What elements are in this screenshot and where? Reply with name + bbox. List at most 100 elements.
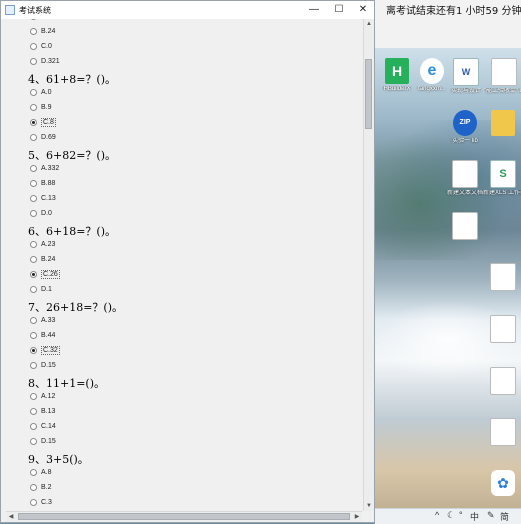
- answer-option[interactable]: C.14: [30, 423, 56, 435]
- radio-button[interactable]: [30, 256, 37, 263]
- option-label: C.0: [41, 43, 52, 50]
- vertical-scrollbar[interactable]: ▲ ▼: [363, 19, 374, 511]
- radio-button[interactable]: [30, 469, 37, 476]
- radio-button[interactable]: [30, 423, 37, 430]
- answer-option[interactable]: D.15: [30, 362, 56, 374]
- radio-button[interactable]: [30, 499, 37, 506]
- answer-option[interactable]: C.8: [30, 118, 56, 131]
- option-label: B.2: [41, 484, 52, 491]
- option-label: B.24: [41, 256, 56, 263]
- tray-pinyin-icon[interactable]: 简: [500, 510, 509, 523]
- app-icon: ✿: [491, 470, 515, 496]
- answer-option[interactable]: A.0: [30, 89, 52, 101]
- tray-pen-icon[interactable]: ✎: [487, 510, 495, 521]
- answer-option[interactable]: A.23: [30, 241, 55, 253]
- desktop-icon-xls[interactable]: S 新建XLS 工作表: [483, 160, 521, 197]
- desktop-icon-blank2[interactable]: [483, 263, 521, 293]
- scroll-down-arrow-icon[interactable]: ▼: [364, 501, 374, 511]
- desktop-icon-caption: 实现与设计: [450, 88, 481, 94]
- answer-option[interactable]: D.321: [30, 58, 60, 70]
- desktop-icon-word-doc[interactable]: W 实现与设计: [446, 58, 486, 95]
- answer-option[interactable]: C.32: [30, 346, 60, 359]
- answer-option[interactable]: D.1: [30, 286, 52, 298]
- answer-option[interactable]: C.13: [30, 195, 56, 207]
- answer-option[interactable]: B.24: [30, 256, 55, 268]
- tray-moon-icon[interactable]: ☾: [447, 510, 455, 521]
- horizontal-scrollbar[interactable]: ◀ ▶: [6, 511, 362, 522]
- option-label: C.26: [41, 270, 60, 279]
- input-language-indicator[interactable]: 中: [470, 510, 479, 523]
- desktop-icon-blank1[interactable]: [445, 212, 485, 242]
- radio-button[interactable]: [30, 210, 37, 217]
- option-label: C.14: [41, 423, 56, 430]
- radio-button[interactable]: [30, 271, 37, 278]
- option-label: B.24: [41, 28, 56, 35]
- desktop-icon-zip[interactable]: ZIP 实验一 lib: [445, 110, 485, 145]
- vertical-scroll-thumb[interactable]: [365, 59, 372, 129]
- radio-button[interactable]: [30, 393, 37, 400]
- option-label: D.0: [41, 210, 52, 217]
- desktop-icon-app[interactable]: ✿: [483, 470, 521, 498]
- answer-option[interactable]: A.332: [30, 165, 59, 177]
- question-title: 9、3+5()。: [28, 453, 89, 466]
- radio-button[interactable]: [30, 362, 37, 369]
- answer-option[interactable]: C.3: [30, 499, 52, 510]
- answer-option[interactable]: B.88: [30, 180, 55, 192]
- desktop-icon-caption: 新建XLS 工作表: [483, 190, 521, 196]
- tray-overflow-icon[interactable]: ^: [435, 510, 439, 520]
- answer-option[interactable]: A.33: [30, 317, 55, 329]
- scroll-left-arrow-icon[interactable]: ◀: [6, 512, 16, 522]
- radio-button[interactable]: [30, 19, 37, 20]
- desktop-icon-hbuilder[interactable]: H HBuilderX: [377, 58, 417, 93]
- taskbar: ^ ☾ ° 中 ✎ 简: [375, 508, 521, 524]
- radio-button[interactable]: [30, 28, 37, 35]
- desktop-icon-text-doc[interactable]: 新建文本文档: [445, 160, 485, 197]
- answer-option[interactable]: C.26: [30, 270, 60, 283]
- radio-button[interactable]: [30, 195, 37, 202]
- desktop-icon-folder[interactable]: [483, 110, 521, 138]
- question-title: 8、11+1=()。: [28, 377, 106, 390]
- radio-button[interactable]: [30, 165, 37, 172]
- scroll-up-arrow-icon[interactable]: ▲: [364, 19, 374, 29]
- answer-option[interactable]: B.2: [30, 484, 52, 496]
- radio-button[interactable]: [30, 286, 37, 293]
- option-label: C.13: [41, 195, 56, 202]
- tray-dot-icon[interactable]: °: [459, 510, 463, 520]
- answer-option[interactable]: B.24: [30, 28, 55, 40]
- answer-option[interactable]: D.15: [30, 438, 56, 450]
- answer-option[interactable]: A.12: [30, 393, 55, 405]
- desktop-icon-file-doc[interactable]: “能工验收单”.doc: [484, 58, 521, 95]
- answer-option[interactable]: B.9: [30, 104, 52, 116]
- radio-button[interactable]: [30, 484, 37, 491]
- window-titlebar[interactable]: 考试系统 — ☐ ✕: [1, 1, 374, 19]
- radio-button[interactable]: [30, 241, 37, 248]
- close-button[interactable]: ✕: [351, 1, 375, 19]
- desktop-icon-blank3[interactable]: [483, 315, 521, 345]
- scroll-right-arrow-icon[interactable]: ▶: [352, 512, 362, 522]
- radio-button[interactable]: [30, 58, 37, 65]
- minimize-button[interactable]: —: [302, 1, 326, 19]
- radio-button[interactable]: [30, 180, 37, 187]
- radio-button[interactable]: [30, 134, 37, 141]
- radio-button[interactable]: [30, 347, 37, 354]
- answer-option[interactable]: B.13: [30, 408, 55, 420]
- answer-option[interactable]: A.1: [30, 19, 52, 25]
- answer-option[interactable]: B.44: [30, 332, 55, 344]
- radio-button[interactable]: [30, 332, 37, 339]
- option-label: D.1: [41, 286, 52, 293]
- radio-button[interactable]: [30, 43, 37, 50]
- radio-button[interactable]: [30, 317, 37, 324]
- answer-option[interactable]: C.0: [30, 43, 52, 55]
- desktop-icon-blank5[interactable]: [483, 418, 521, 448]
- answer-option[interactable]: D.69: [30, 134, 56, 146]
- radio-button[interactable]: [30, 104, 37, 111]
- answer-option[interactable]: A.8: [30, 469, 52, 481]
- answer-option[interactable]: D.0: [30, 210, 52, 222]
- desktop-icon-blank4[interactable]: [483, 367, 521, 397]
- radio-button[interactable]: [30, 408, 37, 415]
- radio-button[interactable]: [30, 89, 37, 96]
- radio-button[interactable]: [30, 438, 37, 445]
- horizontal-scroll-thumb[interactable]: [18, 513, 350, 520]
- maximize-button[interactable]: ☐: [327, 1, 351, 19]
- radio-button[interactable]: [30, 119, 37, 126]
